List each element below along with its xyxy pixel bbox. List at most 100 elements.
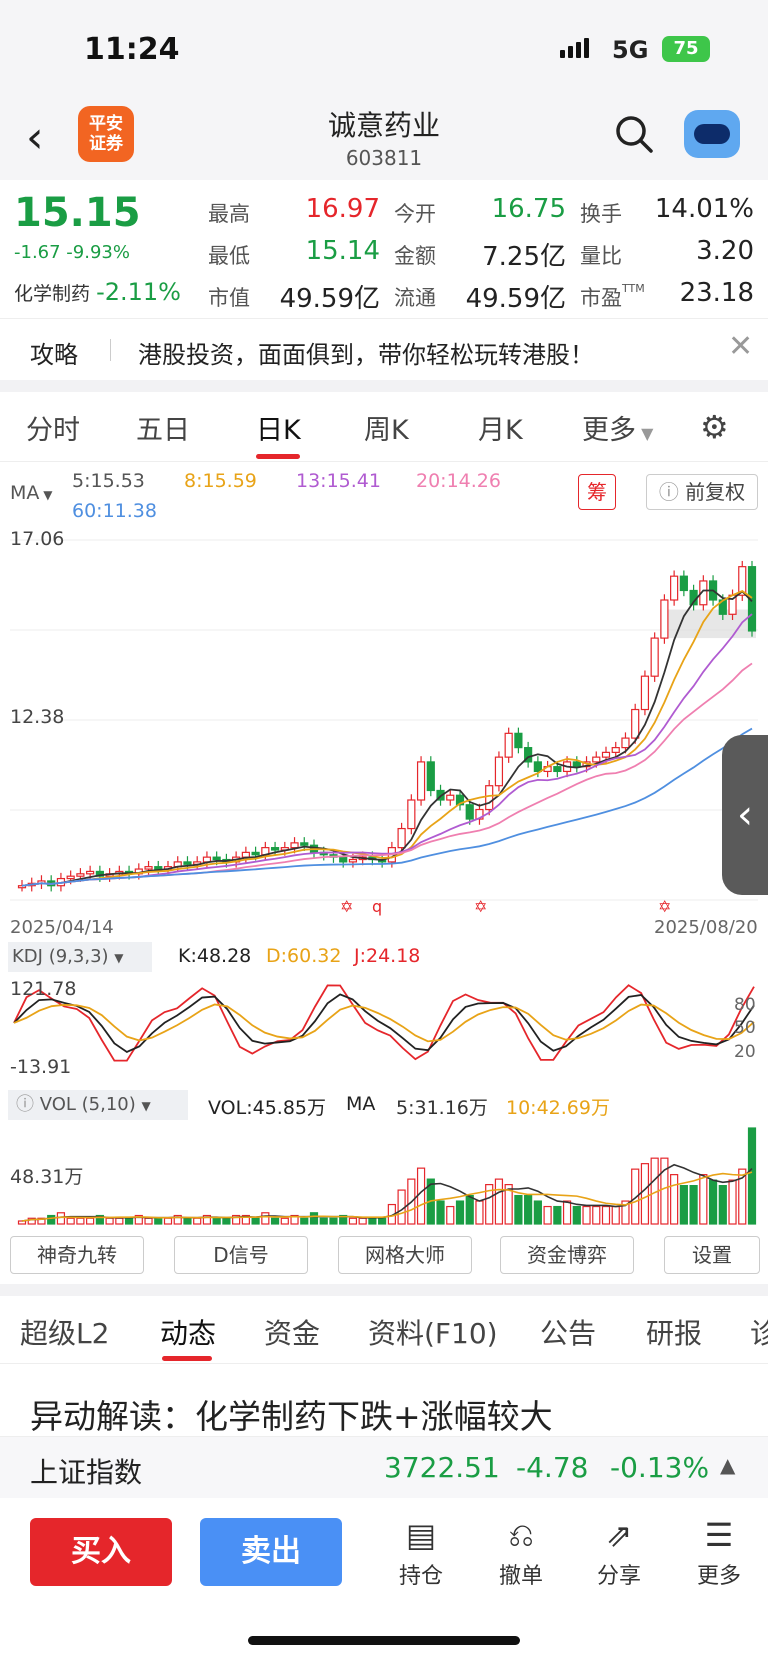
- share-label: 分享: [596, 1564, 641, 1589]
- volume-bar: [270, 1217, 280, 1225]
- home-indicator: [248, 1636, 520, 1645]
- ma-value: 5:15.53: [72, 470, 145, 492]
- stat-label: 最高: [208, 202, 250, 226]
- stat-value: 49.59亿: [279, 284, 380, 314]
- volume-bar: [124, 1217, 134, 1225]
- volume-chart[interactable]: [0, 1120, 768, 1228]
- signal-marker: q: [372, 897, 382, 916]
- kdj-selector[interactable]: KDJ (9,3,3) ▼: [8, 942, 152, 972]
- tab-daily-k[interactable]: 日K: [256, 408, 301, 447]
- more-button[interactable]: ☰ 更多: [684, 1516, 754, 1590]
- stat-value: 23.18: [679, 278, 754, 308]
- tab-diagnosis[interactable]: 诊: [750, 1312, 768, 1352]
- holdings-button[interactable]: ▤ 持仓: [386, 1516, 456, 1590]
- index-ticker[interactable]: 上证指数 3722.51 -4.78 -0.13% ▲: [0, 1436, 768, 1498]
- gear-icon[interactable]: ⚙: [700, 408, 729, 446]
- quote-panel: 15.15 -1.67 -9.93% 化学制药 -2.11% 最高 16.97 今开…: [0, 180, 768, 318]
- y-axis-mid: 12.38: [10, 706, 65, 728]
- search-icon[interactable]: [612, 112, 656, 156]
- chip-settings[interactable]: 设置: [664, 1236, 760, 1274]
- chip-nine-turn[interactable]: 神奇九转: [10, 1236, 144, 1274]
- candle: [679, 575, 688, 592]
- kdj-axis-top: 121.78: [10, 978, 77, 1000]
- index-value: 3722.51: [384, 1451, 500, 1484]
- stat-label: 今开: [394, 202, 436, 226]
- candle: [86, 870, 95, 875]
- stat-label: 换手: [580, 202, 622, 226]
- share-button[interactable]: ⇗ 分享: [584, 1516, 654, 1590]
- date-end: 2025/08/20: [654, 917, 758, 938]
- signal-marker: ✡: [340, 897, 353, 916]
- volume-bar: [261, 1212, 270, 1225]
- kdj-level-20: 20: [734, 1042, 756, 1062]
- tab-more[interactable]: 更多 ▼: [582, 408, 653, 447]
- candle: [144, 866, 153, 870]
- chip-d-signal[interactable]: D信号: [174, 1236, 308, 1274]
- chevron-up-icon[interactable]: ▲: [720, 1453, 735, 1477]
- info-tabs: 超级L2 动态 资金 资料(F10) 公告 研报 诊: [0, 1296, 768, 1364]
- stat-label: 量比: [580, 244, 622, 268]
- assistant-robot-icon[interactable]: [684, 110, 740, 158]
- tab-super-l2[interactable]: 超级L2: [20, 1312, 109, 1352]
- volume-bar: [319, 1217, 328, 1225]
- network-type: 5G: [612, 36, 649, 64]
- index-name: 上证指数: [30, 1456, 143, 1489]
- tab-f10[interactable]: 资料(F10): [368, 1312, 498, 1352]
- candle: [397, 827, 406, 849]
- candle: [416, 761, 426, 801]
- volume-bar: [222, 1217, 231, 1225]
- tab-research[interactable]: 研报: [646, 1312, 702, 1352]
- kdj-chart[interactable]: [0, 972, 768, 1092]
- cancel-order-button[interactable]: ⎌ 撤单: [486, 1516, 556, 1590]
- vol-selector[interactable]: ⓘ VOL (5,10) ▼: [8, 1090, 188, 1120]
- tab-news[interactable]: 动态: [160, 1312, 216, 1352]
- volume-bar: [378, 1217, 387, 1225]
- chip-distribution-button[interactable]: 筹: [578, 474, 616, 510]
- stat-value: 16.75: [491, 194, 566, 224]
- tab-funds[interactable]: 资金: [264, 1312, 320, 1352]
- kdj-level-80: 80: [734, 995, 756, 1015]
- sell-button[interactable]: 卖出: [200, 1518, 342, 1586]
- tab-five-day[interactable]: 五日: [136, 408, 190, 447]
- tab-weekly-k[interactable]: 周K: [364, 408, 409, 447]
- tab-intraday[interactable]: 分时: [26, 408, 80, 447]
- stock-header: ‹ 平安 证券 诚意药业 603811: [0, 100, 768, 180]
- stat-label-sup: TTM: [622, 282, 645, 295]
- candle: [76, 873, 85, 877]
- ma-label[interactable]: MA ▼: [10, 482, 52, 504]
- volume-bar: [329, 1217, 338, 1225]
- buy-button[interactable]: 买入: [30, 1518, 172, 1586]
- candle: [670, 575, 679, 601]
- close-icon[interactable]: ✕: [728, 329, 753, 364]
- volume-bar: [280, 1217, 289, 1225]
- battery-icon: 75: [662, 36, 710, 62]
- volume-bar: [514, 1194, 523, 1225]
- stat-label: 金额: [394, 244, 436, 268]
- candle: [348, 858, 358, 863]
- sector-info[interactable]: 化学制药 -2.11%: [14, 278, 181, 306]
- active-tab-indicator: [162, 1356, 212, 1361]
- tab-announcements[interactable]: 公告: [540, 1312, 596, 1352]
- vol-label: VOL (5,10): [39, 1094, 136, 1115]
- promo-banner[interactable]: 攻略 港股投资，面面俱到，带你轻松玩转港股！ ✕: [0, 318, 768, 380]
- chip-fund-game[interactable]: 资金博弈: [500, 1236, 634, 1274]
- candle: [572, 761, 581, 768]
- ma-value: 8:15.59: [184, 470, 257, 492]
- chart-period-tabs: 分时 五日 日K 周K 月K 更多 ▼ ⚙: [0, 392, 768, 462]
- tab-monthly-k[interactable]: 月K: [478, 408, 523, 447]
- kline-chart[interactable]: ✡ q ✡ ✡: [0, 520, 768, 940]
- volume-bar: [115, 1217, 124, 1225]
- signal-marker: ✡: [474, 897, 487, 916]
- cancel-order-label: 撤单: [498, 1564, 543, 1589]
- adjust-mode-button[interactable]: ⓘ 前复权: [646, 474, 758, 510]
- tab-more-label: 更多: [582, 415, 636, 446]
- chip-grid-master[interactable]: 网格大师: [338, 1236, 472, 1274]
- stat-value: 49.59亿: [465, 284, 566, 314]
- holdings-icon: ▤: [405, 1516, 437, 1554]
- news-headline[interactable]: 异动解读：化学制药下跌+涨幅较大: [30, 1390, 553, 1438]
- volume-bar: [183, 1217, 192, 1225]
- volume-bar: [358, 1217, 367, 1225]
- side-panel-handle[interactable]: ‹: [722, 735, 768, 895]
- sector-change: -2.11%: [96, 278, 181, 306]
- volume-bar: [689, 1184, 698, 1225]
